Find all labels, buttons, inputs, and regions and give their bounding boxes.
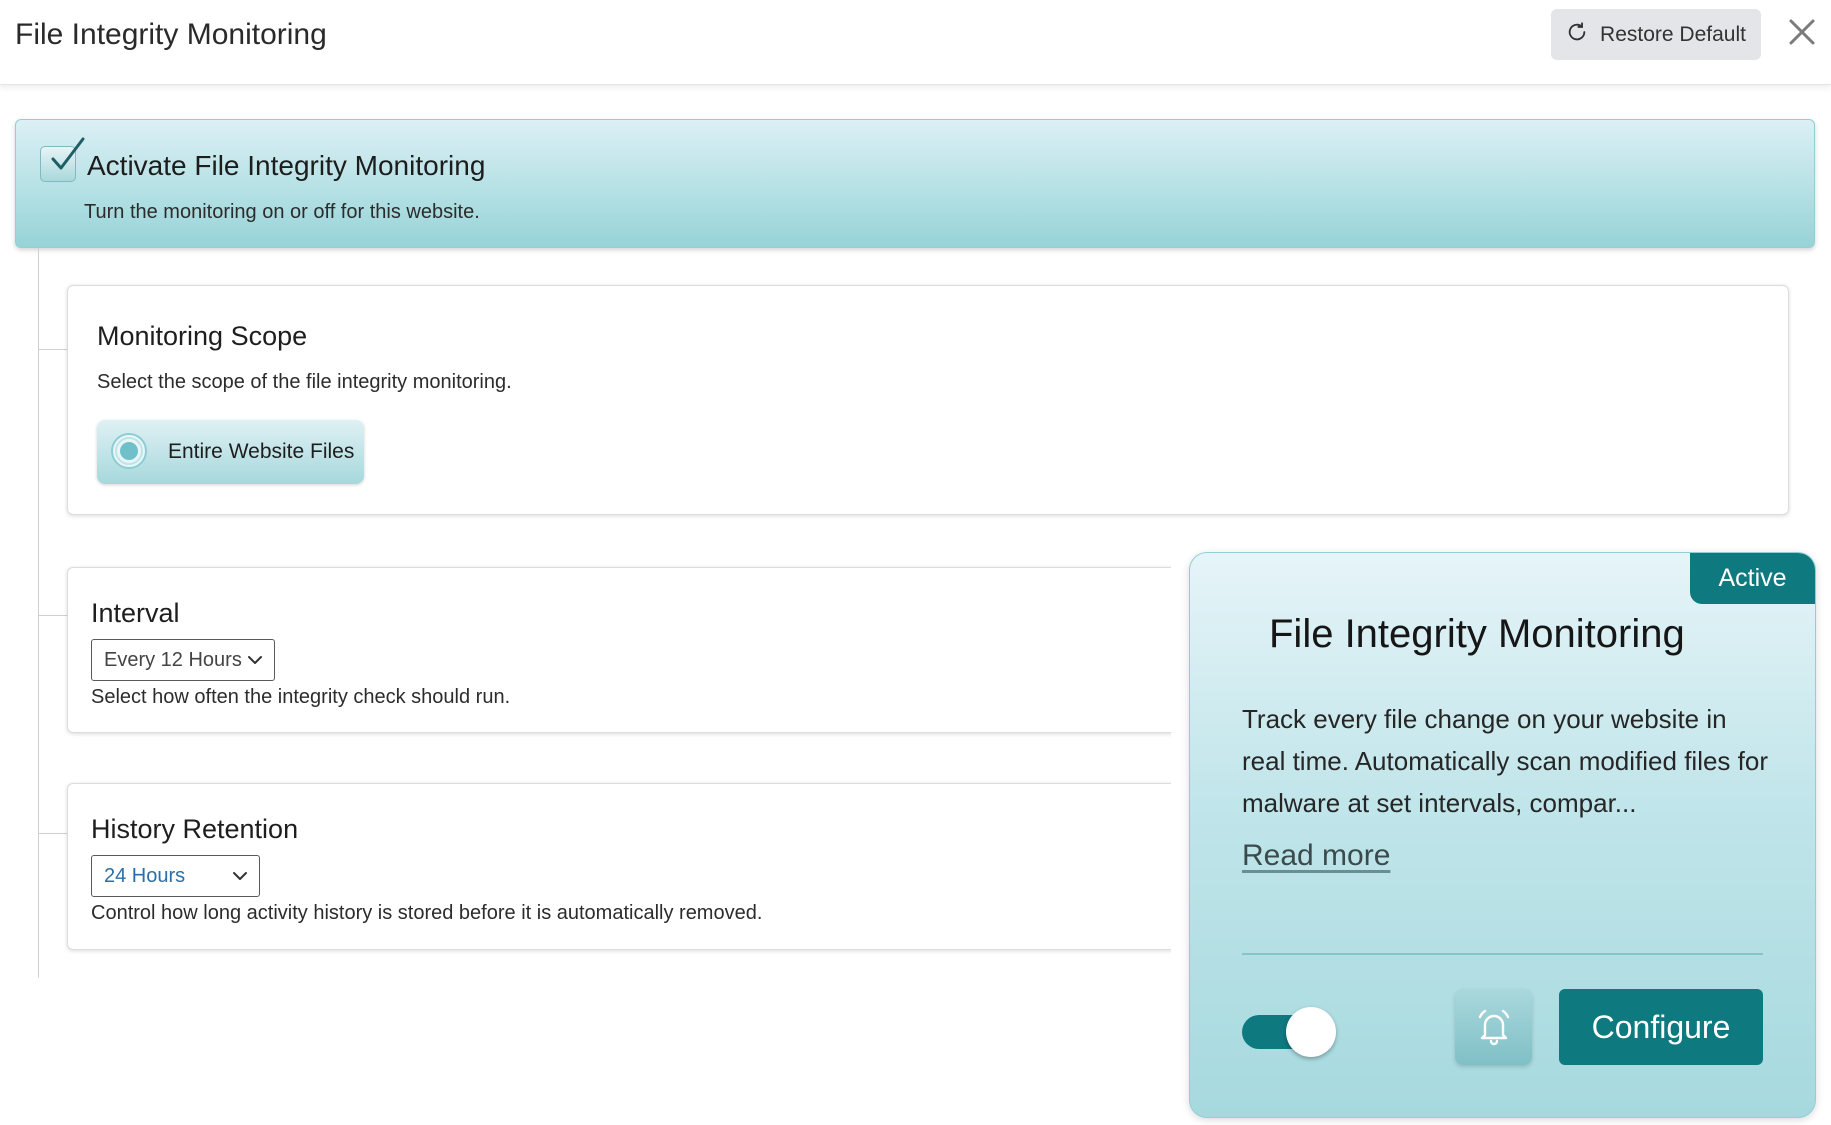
scope-title: Monitoring Scope xyxy=(97,321,308,351)
chevron-down-icon xyxy=(233,872,247,880)
feature-card-description: Track every file change on your website … xyxy=(1242,704,1768,818)
monitoring-scope-card: Monitoring Scope Select the scope of the… xyxy=(67,285,1789,515)
page-title: File Integrity Monitoring xyxy=(15,18,327,51)
feature-card-title: File Integrity Monitoring xyxy=(1269,612,1685,656)
close-icon xyxy=(1787,17,1817,52)
retention-select[interactable]: 24 Hours xyxy=(91,855,260,897)
activate-monitoring-panel: Activate File Integrity Monitoring Turn … xyxy=(15,119,1815,248)
header-bar: File Integrity Monitoring Restore Defaul… xyxy=(0,0,1831,85)
divider xyxy=(1242,953,1763,955)
bell-icon xyxy=(1478,1009,1509,1046)
notifications-button[interactable] xyxy=(1455,989,1532,1065)
toggle-knob xyxy=(1286,1007,1336,1057)
scope-option-entire-website[interactable]: Entire Website Files xyxy=(97,420,364,484)
activate-checkbox[interactable] xyxy=(40,137,85,182)
scope-description: Select the scope of the file integrity m… xyxy=(97,371,512,393)
interval-select-value: Every 12 Hours xyxy=(104,648,242,671)
configure-button[interactable]: Configure xyxy=(1559,989,1763,1065)
tree-connector xyxy=(38,248,39,978)
retention-description: Control how long activity history is sto… xyxy=(91,902,763,924)
activate-description: Turn the monitoring on or off for this w… xyxy=(84,201,480,223)
restore-default-button[interactable]: Restore Default xyxy=(1551,9,1761,60)
feature-toggle[interactable] xyxy=(1242,1007,1336,1057)
tree-branch xyxy=(38,615,67,616)
retention-select-value: 24 Hours xyxy=(104,864,186,887)
tree-branch xyxy=(38,833,67,834)
interval-description: Select how often the integrity check sho… xyxy=(91,686,511,708)
scope-option-label: Entire Website Files xyxy=(168,440,355,463)
tree-branch xyxy=(38,349,67,350)
activate-title: Activate File Integrity Monitoring xyxy=(87,150,486,181)
interval-select[interactable]: Every 12 Hours xyxy=(91,639,275,681)
checkmark-icon xyxy=(51,137,85,170)
close-button[interactable] xyxy=(1786,16,1818,52)
status-badge: Active xyxy=(1690,553,1815,604)
restore-default-label: Restore Default xyxy=(1600,22,1746,46)
chevron-down-icon xyxy=(248,656,262,664)
radio-selected-icon xyxy=(111,433,147,469)
read-more-link[interactable]: Read more xyxy=(1242,839,1390,873)
retention-title: History Retention xyxy=(91,814,299,844)
feature-card: Active File Integrity Monitoring Track e… xyxy=(1189,552,1816,1118)
interval-title: Interval xyxy=(91,598,180,628)
refresh-icon xyxy=(1566,21,1588,49)
